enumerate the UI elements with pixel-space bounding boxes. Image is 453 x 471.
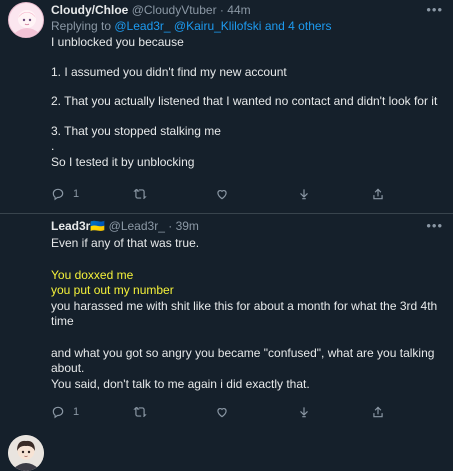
like-icon (217, 408, 227, 418)
download-icon (300, 407, 308, 418)
retweet-icon (133, 188, 147, 200)
tweet-line: about. (51, 361, 85, 375)
reply-count: 1 (73, 406, 80, 418)
retweet-button[interactable] (133, 185, 147, 203)
separator-dot: · (168, 219, 173, 233)
tweet-line (51, 80, 443, 94)
retweet-icon (133, 406, 147, 418)
share-icon (373, 188, 383, 200)
reply-button[interactable]: 1 (51, 403, 79, 421)
tweet-header: Cloudy/Chloe @CloudyVtuber · 44m ••• (51, 2, 443, 18)
tweet-line: Even if any of that was true. (51, 236, 200, 250)
reply-count: 1 (73, 188, 80, 200)
tweet-line: time (51, 314, 74, 328)
display-name[interactable]: Lead3r (51, 219, 90, 233)
tweet-lead3r[interactable]: Lead3r🇺🇦 @Lead3r_ · 39m ••• Even if any … (0, 214, 453, 471)
tweet-actions: 1 (51, 185, 443, 203)
tweet-line: . (51, 139, 55, 153)
flag-emoji: 🇺🇦 (90, 219, 106, 233)
avatar[interactable] (8, 2, 44, 38)
replying-to-label: Replying to (51, 19, 115, 33)
more-icon[interactable]: ••• (426, 2, 443, 18)
replying-to: Replying to @Lead3r_ @Kairu_Klilofski an… (51, 18, 443, 34)
separator-dot: · (219, 3, 224, 17)
tweet-actions: 1 (51, 403, 443, 421)
display-name[interactable]: Cloudy/Chloe (51, 3, 128, 17)
avatar[interactable] (8, 435, 44, 471)
tweet-cloudy[interactable]: Cloudy/Chloe @CloudyVtuber · 44m ••• Rep… (0, 0, 453, 214)
share-icon (373, 406, 383, 418)
tweet-text: Even if any of that was true. You doxxed… (51, 236, 443, 392)
highlighted-line: you put out my number (51, 283, 174, 297)
reply-button[interactable]: 1 (51, 185, 79, 203)
tweet-content: Lead3r🇺🇦 @Lead3r_ · 39m ••• Even if any … (51, 218, 443, 392)
share-button[interactable] (371, 185, 385, 203)
download-button[interactable] (297, 403, 311, 421)
timestamp[interactable]: 39m (176, 219, 199, 233)
avatar-image (9, 3, 43, 37)
timestamp[interactable]: 44m (227, 3, 250, 17)
tweet-header: Lead3r🇺🇦 @Lead3r_ · 39m ••• (51, 218, 443, 234)
tweet-line: I unblocked you because (51, 35, 184, 49)
user-handle[interactable]: @Lead3r_ (109, 219, 165, 233)
tweet-content: Cloudy/Chloe @CloudyVtuber · 44m ••• Rep… (51, 2, 443, 170)
tweet-line: and what you got so angry you became "co… (51, 345, 435, 360)
reply-icon (52, 406, 64, 419)
retweet-button[interactable] (133, 403, 147, 421)
tweet-line (51, 330, 443, 346)
share-button[interactable] (371, 403, 385, 421)
tweet-line: 2. That you actually listened that I wan… (51, 94, 438, 108)
like-button[interactable] (215, 403, 229, 421)
more-icon[interactable]: ••• (426, 218, 443, 234)
tweet-line: You said, don't talk to me again i did e… (51, 376, 310, 391)
like-button[interactable] (215, 185, 229, 203)
reply-mentions[interactable]: @Lead3r_ @Kairu_Klilofski (114, 19, 261, 33)
tweet-line (51, 110, 443, 124)
reply-others-link[interactable]: and 4 others (261, 19, 332, 33)
tweet-line: 3. That you stopped stalking me (51, 123, 221, 138)
tweet-line: So I tested it by unblocking (51, 154, 195, 169)
reply-icon (52, 188, 64, 201)
tweet-text: I unblocked you because 1. I assumed you… (51, 35, 443, 170)
avatar-image (8, 435, 44, 471)
like-icon (217, 190, 227, 200)
tweet-line: 1. I assumed you didn't find my new acco… (51, 64, 287, 79)
tweet-line (51, 51, 443, 65)
download-icon (300, 189, 308, 200)
user-handle[interactable]: @CloudyVtuber (132, 3, 217, 17)
tweet-line: you harassed me with shit like this for … (51, 298, 438, 313)
highlighted-line: You doxxed me (51, 267, 134, 282)
download-button[interactable] (297, 185, 311, 203)
tweet-line (51, 252, 443, 268)
